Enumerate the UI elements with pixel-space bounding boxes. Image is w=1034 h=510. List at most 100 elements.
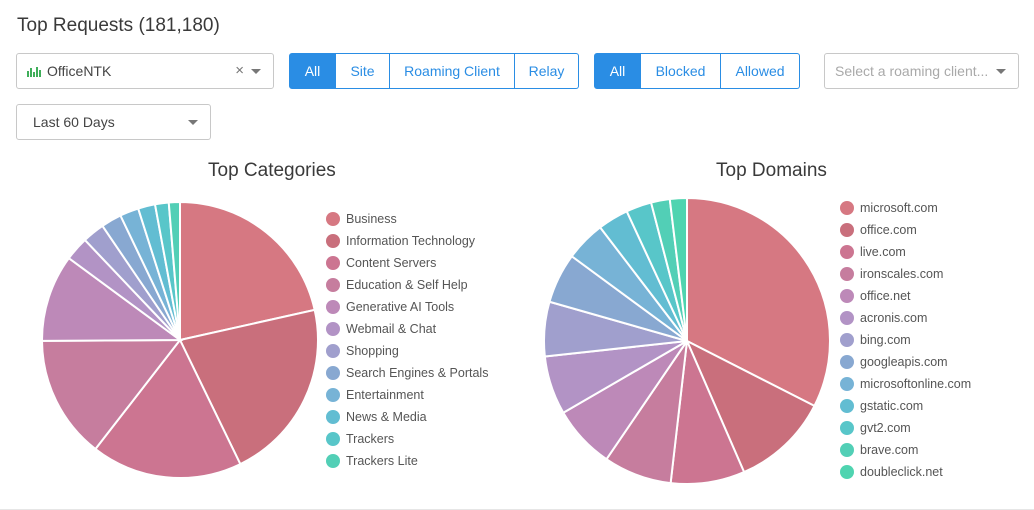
legend-item-trackers[interactable]: Trackers (326, 428, 488, 450)
type-roaming-client-button[interactable]: Roaming Client (390, 53, 515, 89)
legend-label: Search Engines & Portals (346, 366, 489, 380)
legend-label: microsoft.com (860, 201, 938, 215)
legend-item-shopping[interactable]: Shopping (326, 340, 488, 362)
legend-swatch (326, 322, 340, 336)
organization-select[interactable]: OfficeNTK × (16, 53, 274, 89)
legend-label: googleapis.com (860, 355, 948, 369)
legend-item-bing-com[interactable]: bing.com (840, 329, 971, 351)
legend-item-business[interactable]: Business (326, 208, 488, 230)
legend-label: microsoftonline.com (860, 377, 972, 391)
legend-swatch (326, 278, 340, 292)
legend-swatch (840, 311, 854, 325)
categories-pie-chart (40, 200, 319, 479)
legend-item-brave-com[interactable]: brave.com (840, 439, 971, 461)
status-allowed-button[interactable]: Allowed (721, 53, 800, 89)
legend-label: News & Media (346, 410, 427, 424)
legend-label: acronis.com (860, 311, 928, 325)
legend-item-office-com[interactable]: office.com (840, 219, 971, 241)
chevron-down-icon[interactable] (188, 120, 198, 125)
legend-item-office-net[interactable]: office.net (840, 285, 971, 307)
legend-item-doubleclick-net[interactable]: doubleclick.net (840, 461, 971, 483)
bar-chart-icon (27, 66, 41, 77)
legend-swatch (840, 399, 854, 413)
domains-pie-chart (543, 196, 831, 485)
legend-label: live.com (860, 245, 906, 259)
legend-swatch (326, 388, 340, 402)
legend-swatch (840, 201, 854, 215)
legend-item-entertainment[interactable]: Entertainment (326, 384, 488, 406)
legend-swatch (840, 377, 854, 391)
legend-swatch (840, 267, 854, 281)
legend-item-webmail-chat[interactable]: Webmail & Chat (326, 318, 488, 340)
legend-item-ironscales-com[interactable]: ironscales.com (840, 263, 971, 285)
request-status-filter: All Blocked Allowed (594, 53, 800, 89)
legend-label: gstatic.com (860, 399, 924, 413)
legend-label: Education & Self Help (346, 278, 468, 292)
legend-item-generative-ai-tools[interactable]: Generative AI Tools (326, 296, 488, 318)
request-type-filter: All Site Roaming Client Relay (289, 53, 579, 89)
legend-label: Information Technology (346, 234, 476, 248)
organization-select-value: OfficeNTK (47, 63, 112, 79)
status-all-button[interactable]: All (594, 53, 641, 89)
legend-item-googleapis-com[interactable]: googleapis.com (840, 351, 971, 373)
legend-swatch (840, 465, 854, 479)
legend-swatch (840, 355, 854, 369)
legend-item-microsoft-com[interactable]: microsoft.com (840, 197, 971, 219)
date-range-value: Last 60 Days (33, 114, 115, 130)
legend-label: gvt2.com (860, 421, 911, 435)
legend-item-gstatic-com[interactable]: gstatic.com (840, 395, 971, 417)
legend-label: Content Servers (346, 256, 437, 270)
legend-item-live-com[interactable]: live.com (840, 241, 971, 263)
legend-label: brave.com (860, 443, 919, 457)
legend-label: office.com (860, 223, 917, 237)
categories-legend: Business Information Technology Content Se… (326, 208, 488, 472)
legend-label: Business (346, 212, 397, 226)
legend-item-trackers-lite[interactable]: Trackers Lite (326, 450, 488, 472)
legend-label: bing.com (860, 333, 911, 347)
legend-swatch (326, 212, 340, 226)
legend-label: Trackers Lite (346, 454, 418, 468)
legend-label: Generative AI Tools (346, 300, 455, 314)
page-title: Top Requests (181,180) (17, 15, 220, 36)
legend-label: Webmail & Chat (346, 322, 437, 336)
type-site-button[interactable]: Site (336, 53, 390, 89)
legend-item-microsoftonline-com[interactable]: microsoftonline.com (840, 373, 971, 395)
legend-swatch (326, 234, 340, 248)
legend-swatch (840, 421, 854, 435)
chevron-down-icon[interactable] (251, 69, 261, 74)
legend-swatch (840, 223, 854, 237)
legend-swatch (326, 410, 340, 424)
legend-swatch (326, 300, 340, 314)
status-blocked-button[interactable]: Blocked (641, 53, 721, 89)
date-range-select[interactable]: Last 60 Days (16, 104, 211, 140)
legend-item-gvt2-com[interactable]: gvt2.com (840, 417, 971, 439)
legend-label: Trackers (346, 432, 395, 446)
clear-icon[interactable]: × (235, 62, 244, 79)
legend-swatch (326, 432, 340, 446)
legend-label: doubleclick.net (860, 465, 943, 479)
legend-label: office.net (860, 289, 911, 303)
legend-item-education-self-help[interactable]: Education & Self Help (326, 274, 488, 296)
legend-swatch (840, 333, 854, 347)
legend-label: ironscales.com (860, 267, 944, 281)
domains-legend: microsoft.com office.com live.com ironscale… (840, 197, 971, 483)
legend-swatch (840, 245, 854, 259)
legend-swatch (326, 256, 340, 270)
legend-item-search-engines-portals[interactable]: Search Engines & Portals (326, 362, 488, 384)
roaming-client-select[interactable]: Select a roaming client... (824, 53, 1019, 89)
legend-item-acronis-com[interactable]: acronis.com (840, 307, 971, 329)
legend-item-content-servers[interactable]: Content Servers (326, 252, 488, 274)
legend-item-information-technology[interactable]: Information Technology (326, 230, 488, 252)
legend-swatch (326, 454, 340, 468)
domains-chart-title: Top Domains (716, 160, 827, 181)
roaming-client-placeholder: Select a roaming client... (835, 63, 989, 79)
type-all-button[interactable]: All (289, 53, 336, 89)
legend-swatch (326, 344, 340, 358)
type-relay-button[interactable]: Relay (515, 53, 579, 89)
legend-label: Shopping (346, 344, 399, 358)
legend-item-news-media[interactable]: News & Media (326, 406, 488, 428)
categories-chart-title: Top Categories (208, 160, 336, 181)
legend-label: Entertainment (346, 388, 424, 402)
chevron-down-icon[interactable] (996, 69, 1006, 74)
legend-swatch (840, 289, 854, 303)
